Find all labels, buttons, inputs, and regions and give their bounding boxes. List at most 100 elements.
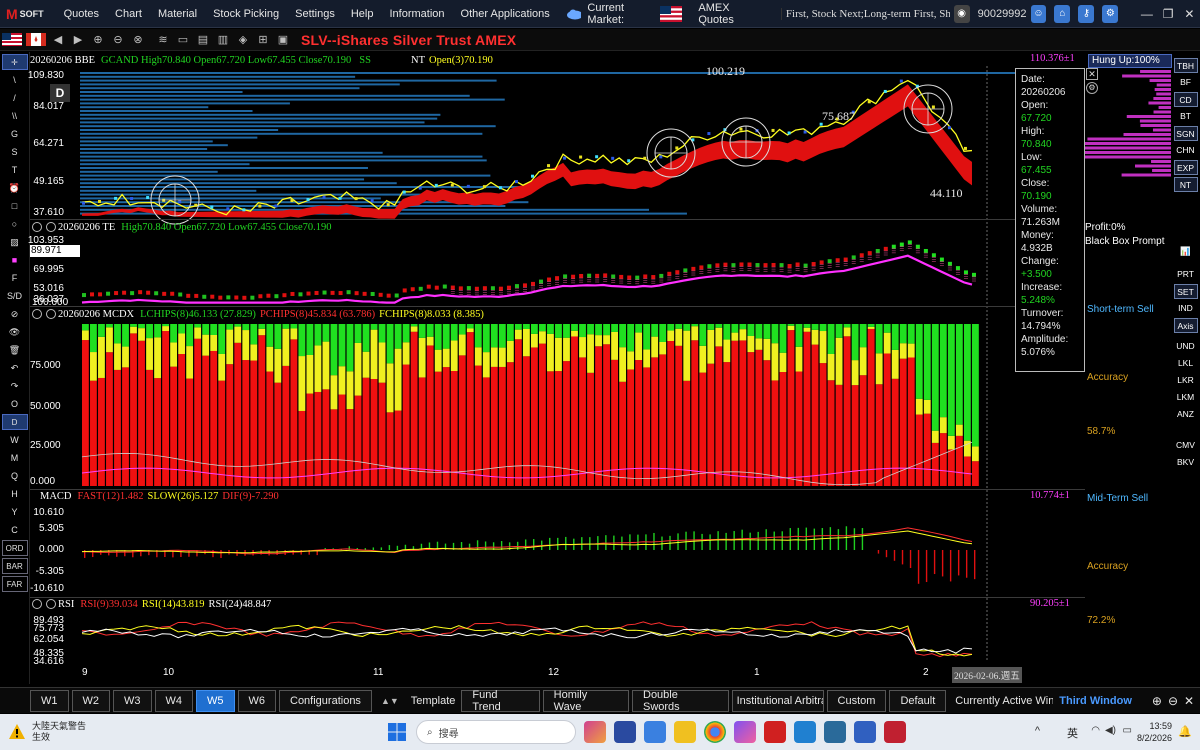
menu-chart[interactable]: Chart	[107, 8, 150, 20]
app-icon-copilot[interactable]	[734, 721, 757, 743]
tab-default[interactable]: Default	[889, 689, 947, 712]
lkr-button[interactable]: LKR	[1174, 373, 1198, 388]
period-half-button[interactable]: H	[2, 486, 28, 502]
zoom-out-icon[interactable]: ⊖	[111, 33, 125, 47]
cloud-icon[interactable]	[566, 8, 582, 20]
tab-w2[interactable]: W2	[71, 689, 110, 712]
tab-w4[interactable]: W4	[154, 689, 193, 712]
tray-chevron-icon[interactable]: ^	[1035, 725, 1040, 737]
add-window-icon[interactable]: ⊕	[1146, 694, 1168, 708]
menu-stock-picking[interactable]: Stock Picking	[205, 8, 287, 20]
app-icon-store[interactable]	[824, 721, 847, 743]
bf-button[interactable]: BF	[1174, 75, 1198, 90]
app-icon-red[interactable]	[764, 721, 787, 743]
news-ticker[interactable]: First, Stock Next;Long-term First, Short…	[780, 7, 950, 20]
minimize-icon[interactable]: —	[1136, 7, 1157, 21]
o-tool-icon[interactable]: O	[2, 396, 28, 412]
close-window-icon[interactable]: ✕	[1178, 694, 1200, 708]
wifi-icon[interactable]: ≋	[156, 33, 170, 47]
app-icon-edge[interactable]	[794, 721, 817, 743]
cd-button[interactable]: CD	[1173, 92, 1198, 107]
app-icon-explorer[interactable]	[674, 721, 697, 743]
period-month-button[interactable]: M	[2, 450, 28, 466]
maximize-icon[interactable]: ❐	[1158, 7, 1179, 21]
prt-button[interactable]: PRT	[1174, 267, 1198, 282]
hide-tool-icon[interactable]: ⊘	[2, 306, 28, 322]
menu-material[interactable]: Material	[150, 8, 205, 20]
user-icon[interactable]: ☺	[1030, 4, 1047, 23]
chn-button[interactable]: CHN	[1174, 143, 1198, 158]
eye-tool-icon[interactable]: 👁	[2, 324, 28, 340]
lkm-button[interactable]: LKM	[1174, 390, 1198, 405]
taskbar-search[interactable]: ⌕ 搜尋	[416, 720, 577, 744]
period-quarter-button[interactable]: Q	[2, 468, 28, 484]
menu-help[interactable]: Help	[343, 8, 382, 20]
nt-button[interactable]: NT	[1173, 177, 1198, 192]
window-icon[interactable]: ▣	[276, 33, 290, 47]
black-box-prompt[interactable]: Black Box Prompt	[1085, 236, 1164, 247]
bkv-button[interactable]: BKV	[1174, 455, 1198, 470]
tab-w6[interactable]: W6	[237, 689, 276, 712]
settings-circle-icon[interactable]	[32, 599, 42, 609]
chart-stats-icon[interactable]: 📊	[1174, 244, 1198, 259]
configurations-button[interactable]: Configurations	[279, 689, 372, 712]
lkl-button[interactable]: LKL	[1174, 356, 1198, 371]
axis-button[interactable]: Axis	[1173, 318, 1198, 333]
close-circle-icon[interactable]	[46, 222, 56, 232]
settings-icon[interactable]: ⚙	[1102, 4, 1119, 23]
taskbar-clock[interactable]: 13:59 8/2/2026	[1137, 720, 1172, 744]
cmv-button[interactable]: CMV	[1174, 438, 1198, 453]
forward-icon[interactable]: ▶	[71, 33, 85, 47]
app-icon-weather[interactable]	[614, 721, 637, 743]
windows-start-icon[interactable]	[386, 721, 408, 743]
tab-double-swords[interactable]: Double Swords	[632, 689, 729, 713]
ind-button[interactable]: IND	[1174, 301, 1198, 316]
close-circle-icon[interactable]	[46, 599, 56, 609]
tab-custom[interactable]: Custom	[826, 689, 887, 712]
tab-w5[interactable]: W5	[196, 689, 235, 712]
third-window-label[interactable]: Third Window	[1053, 695, 1138, 707]
remove-window-icon[interactable]: ⊖	[1168, 694, 1178, 708]
bt-button[interactable]: BT	[1174, 109, 1198, 124]
sgn-button[interactable]: SGN	[1173, 126, 1198, 141]
key-icon[interactable]: ⚷	[1078, 4, 1095, 23]
tbh-button[interactable]: TBH	[1173, 58, 1198, 73]
settings-circle-icon[interactable]	[32, 222, 42, 232]
wifi-tray-icon[interactable]: ◠	[1091, 725, 1100, 736]
settings-circle-icon[interactable]	[32, 309, 42, 319]
app-icon-word[interactable]	[854, 721, 877, 743]
chart-canvas[interactable]	[30, 52, 1085, 667]
tab-w3[interactable]: W3	[113, 689, 152, 712]
home-icon[interactable]: ⌂	[1054, 4, 1071, 23]
scroll-arrows-icon[interactable]: ▲▼	[375, 696, 405, 706]
warning-icon[interactable]	[8, 723, 26, 741]
period-week-button[interactable]: W	[2, 432, 28, 448]
us-flag-icon[interactable]	[2, 33, 22, 46]
app-icon-chrome[interactable]	[704, 721, 727, 743]
menu-settings[interactable]: Settings	[287, 8, 343, 20]
tab-w1[interactable]: W1	[30, 689, 69, 712]
app-icon-photos[interactable]	[584, 721, 607, 743]
hung-up-indicator[interactable]: Hung Up:100%	[1088, 54, 1172, 68]
circle-tool-icon[interactable]: ○	[2, 216, 28, 232]
notification-bell-icon[interactable]: 🔔	[1178, 725, 1192, 738]
app-icon-trading[interactable]	[884, 721, 907, 743]
crosshair-tool-icon[interactable]: ✛	[1, 54, 28, 70]
grid-icon[interactable]: ⊞	[256, 33, 270, 47]
exp-button[interactable]: EXP	[1173, 160, 1198, 175]
volume-tray-icon[interactable]: ◀)	[1105, 725, 1116, 736]
period-badge[interactable]: D	[50, 84, 70, 102]
undo-tool-icon[interactable]: ↶	[2, 360, 28, 376]
clipboard-icon[interactable]: ▥	[216, 33, 230, 47]
battery-tray-icon[interactable]: ▭	[1123, 725, 1132, 736]
period-day-button[interactable]: D	[1, 414, 28, 430]
menu-quotes[interactable]: Quotes	[56, 8, 107, 20]
set-button[interactable]: SET	[1173, 284, 1198, 299]
layers-icon[interactable]: ◈	[236, 33, 250, 47]
trash-tool-icon[interactable]: 🗑	[2, 342, 28, 358]
record-icon[interactable]: ◉	[953, 4, 970, 23]
anz-button[interactable]: ANZ	[1174, 407, 1198, 422]
canada-flag-icon[interactable]	[26, 33, 46, 46]
close-circle-icon[interactable]	[46, 309, 56, 319]
redo-tool-icon[interactable]: ↷	[2, 378, 28, 394]
